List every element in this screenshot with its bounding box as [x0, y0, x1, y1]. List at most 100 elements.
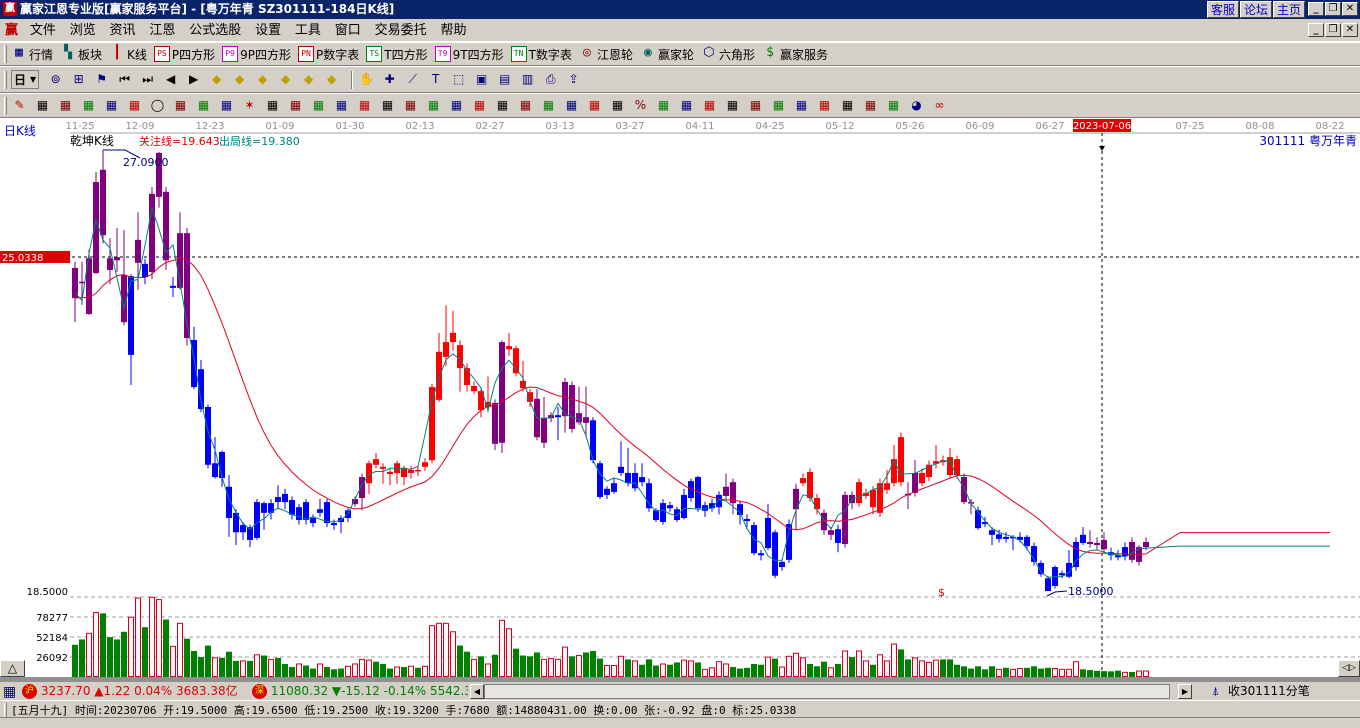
percent-icon[interactable]: % [632, 97, 649, 114]
flag-icon[interactable]: ⚑ [93, 71, 110, 88]
speed-icon[interactable]: ▦ [494, 97, 511, 114]
stair-icon[interactable]: ▦ [839, 97, 856, 114]
star-icon[interactable]: ✶ [241, 97, 258, 114]
crosshair-zoom-icon[interactable]: ⊞ [70, 71, 87, 88]
customer-service-link[interactable]: 客服 [1207, 1, 1240, 18]
diamond-5-icon[interactable]: ◆ [300, 71, 317, 88]
percent-slash-icon[interactable]: ▦ [609, 97, 626, 114]
menu-gann[interactable]: 江恩 [144, 19, 180, 42]
menu-trade[interactable]: 交易委托 [370, 19, 432, 42]
minimize-button[interactable]: _ [1308, 2, 1324, 16]
scroll-left-button[interactable]: ◀ [470, 684, 484, 699]
diamond-2-icon[interactable]: ◆ [231, 71, 248, 88]
line-tool-icon[interactable]: ⟋ [404, 71, 421, 88]
toolbar-item-10[interactable]: ◉ 赢家轮 [640, 46, 694, 63]
fan-3-icon[interactable]: ▦ [103, 97, 120, 114]
toolbar-grip[interactable] [4, 45, 7, 63]
grid-2-icon[interactable]: ▦ [517, 97, 534, 114]
wave-icon[interactable]: ▦ [287, 97, 304, 114]
save-icon[interactable]: ▥ [519, 71, 536, 88]
toolbar-item-7[interactable]: T9 9T四方形 [434, 46, 504, 63]
toolbar-grip[interactable] [4, 96, 7, 115]
grid-3-icon[interactable]: ▦ [540, 97, 557, 114]
grid-1-icon[interactable]: ▦ [34, 97, 51, 114]
child-close-button[interactable]: ✕ [1342, 23, 1358, 37]
menu-settings[interactable]: 设置 [250, 19, 286, 42]
restore-button[interactable]: ❐ [1325, 2, 1341, 16]
toolbar-item-11[interactable]: ⬡ 六角形 [701, 46, 755, 63]
fan-up-icon[interactable]: ▦ [793, 97, 810, 114]
export-icon[interactable]: ⇪ [565, 71, 582, 88]
toolbar-grip[interactable] [4, 70, 7, 89]
forum-link[interactable]: 论坛 [1240, 1, 1273, 18]
calendar-grid-icon[interactable]: ▦ [3, 683, 16, 701]
levels-icon[interactable]: ▦ [747, 97, 764, 114]
menu-tools[interactable]: 工具 [290, 19, 326, 42]
print-icon[interactable]: ⎙ [542, 71, 559, 88]
pattern-icon[interactable]: ▦ [448, 97, 465, 114]
toolbar-item-8[interactable]: TN T数字表 [510, 46, 572, 63]
child-restore-button[interactable]: ❐ [1325, 23, 1341, 37]
expand-panel-button[interactable]: △ [0, 660, 25, 677]
fan-lines-icon[interactable]: ▦ [425, 97, 442, 114]
gann-box-icon[interactable]: ▦ [333, 97, 350, 114]
circle-icon[interactable]: ◯ [149, 97, 166, 114]
fib-lines-icon[interactable]: ▦ [701, 97, 718, 114]
fib-circle-icon[interactable]: ▦ [678, 97, 695, 114]
menu-browse[interactable]: 浏览 [65, 19, 101, 42]
back-icon[interactable]: ◀ [162, 71, 179, 88]
menu-formula[interactable]: 公式选股 [184, 19, 246, 42]
ruler-icon[interactable]: ▦ [885, 97, 902, 114]
levels-2-icon[interactable]: ▦ [770, 97, 787, 114]
app-menu-logo-icon[interactable]: 赢 [0, 19, 21, 42]
cycle-icon[interactable]: ▦ [195, 97, 212, 114]
first-icon[interactable]: ⏮ [116, 71, 133, 88]
ratio-icon[interactable]: ▦ [310, 97, 327, 114]
toolbar-item-5[interactable]: PN P数字表 [298, 46, 359, 63]
color-wheel-icon[interactable]: ◕ [908, 97, 925, 114]
box-icon[interactable]: ▦ [264, 97, 281, 114]
window-1-icon[interactable]: ▣ [473, 71, 490, 88]
fan-down-icon[interactable]: ▦ [816, 97, 833, 114]
toolbar-item-1[interactable]: ▚ 板块 [60, 46, 102, 63]
close-button[interactable]: ✕ [1342, 2, 1358, 16]
fan-1-icon[interactable]: ▦ [57, 97, 74, 114]
kline-chart[interactable]: 11-25 12-09 12-23 01-09 01-30 02-13 02-27 03-13… [0, 118, 1360, 677]
fan-2-icon[interactable]: ▦ [80, 97, 97, 114]
fib-icon[interactable]: ▦ [655, 97, 672, 114]
diamond-6-icon[interactable]: ◆ [323, 71, 340, 88]
toolbar-item-6[interactable]: TS T四方形 [366, 46, 428, 63]
channel-icon[interactable]: ▦ [402, 97, 419, 114]
forward-icon[interactable]: ▶ [185, 71, 202, 88]
toolbar-item-3[interactable]: PS P四方形 [153, 46, 215, 63]
horizontal-scrollbar[interactable] [484, 684, 1170, 699]
cross-icon[interactable]: ✚ [381, 71, 398, 88]
square-icon[interactable]: ▦ [862, 97, 879, 114]
child-minimize-button[interactable]: _ [1308, 23, 1324, 37]
bars-icon[interactable]: ▦ [172, 97, 189, 114]
menu-help[interactable]: 帮助 [435, 19, 471, 42]
infinity-icon[interactable]: ∞ [931, 97, 948, 114]
diamond-1-icon[interactable]: ◆ [208, 71, 225, 88]
menu-news[interactable]: 资讯 [105, 19, 141, 42]
homepage-link[interactable]: 主页 [1273, 1, 1306, 18]
gann-angle-icon[interactable]: ▦ [724, 97, 741, 114]
toolbar-item-4[interactable]: P9 9P四方形 [222, 46, 291, 63]
fan-4-icon[interactable]: ▦ [126, 97, 143, 114]
column-icon[interactable]: ▦ [379, 97, 396, 114]
target-icon[interactable]: ⊚ [47, 71, 64, 88]
toolbar-item-9[interactable]: ◎ 江恩轮 [579, 46, 633, 63]
tick-data-label[interactable]: 收301111分笔 [1228, 682, 1310, 700]
window-2-icon[interactable]: ▤ [496, 71, 513, 88]
bracket-icon[interactable]: ▦ [356, 97, 373, 114]
shade-icon[interactable]: ▦ [471, 97, 488, 114]
text-tool-icon[interactable]: T [427, 71, 444, 88]
hand-icon[interactable]: ✋ [358, 71, 375, 88]
parallel-icon[interactable]: ▦ [563, 97, 580, 114]
period-select[interactable]: 日 ▼ [11, 70, 40, 89]
menu-window[interactable]: 窗口 [330, 19, 366, 42]
prev-page-icon[interactable]: ⏭ [139, 71, 156, 88]
diamond-4-icon[interactable]: ◆ [277, 71, 294, 88]
toolbar-item-12[interactable]: $ 赢家服务 [762, 46, 828, 63]
angle-icon[interactable]: ▦ [218, 97, 235, 114]
